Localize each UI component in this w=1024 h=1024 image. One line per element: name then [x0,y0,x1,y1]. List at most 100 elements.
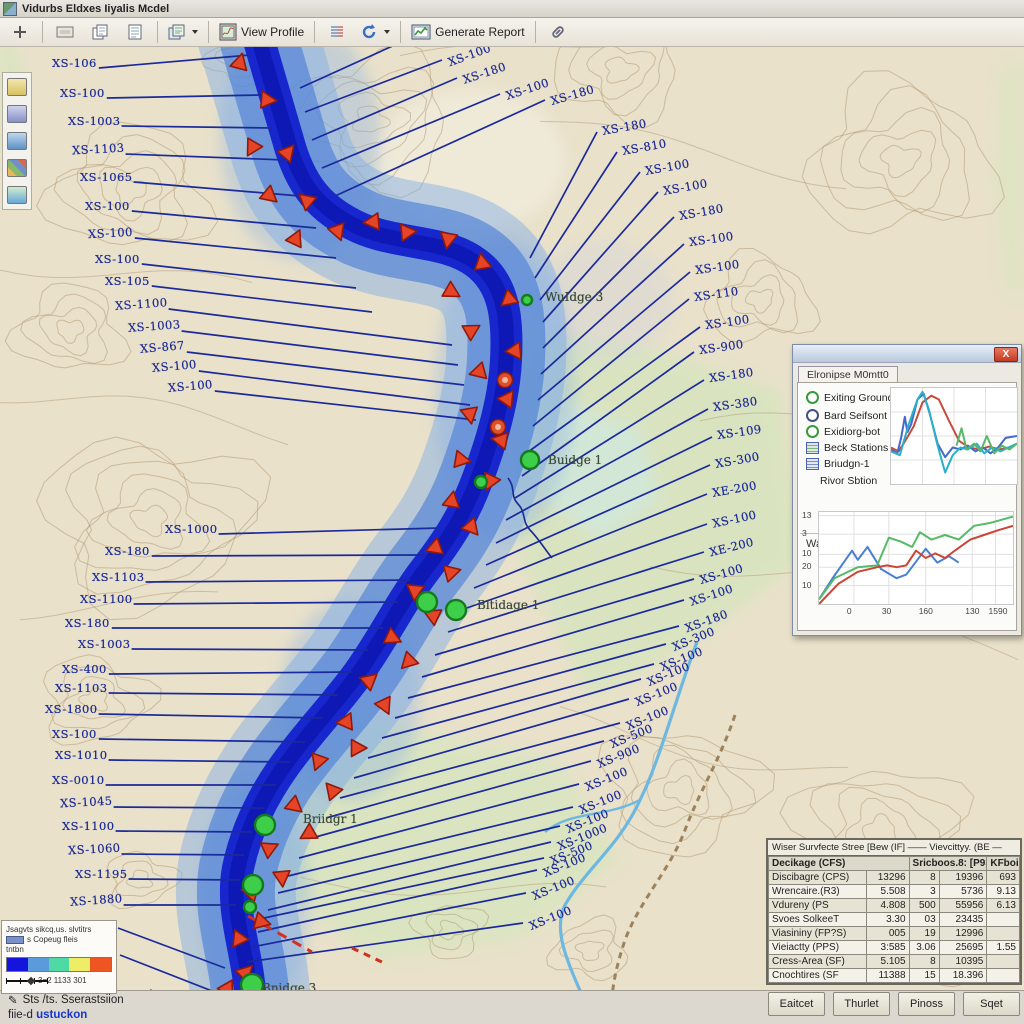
table-row[interactable]: Discibagre (CPS)13296819396693 [769,871,1020,885]
row-value: 693 [987,871,1020,885]
row-value: 23435 [939,913,987,927]
edit-button[interactable]: Eaitcet [768,992,825,1016]
row-value: 13296 [866,871,909,885]
row-label: Cnochtires (SF [769,969,867,983]
cross-section-label: XS-1100 [80,592,132,606]
row-value [987,913,1020,927]
table-row[interactable]: Wrencaire.(R3)5.508357369.13 [769,885,1020,899]
bridge-marker[interactable] [241,974,263,990]
bridge-marker[interactable] [243,875,263,895]
row-value [987,927,1020,941]
copy-button[interactable] [84,19,116,45]
x-tick-label: 1590 [989,606,1008,616]
table-row[interactable]: Viasininy (FP?S)0051912996 [769,927,1020,941]
row-value [987,955,1020,969]
table-row[interactable]: Svoes SolkeeT3.300323435 [769,913,1020,927]
legend-item-beck-stations[interactable]: Beck Stations [806,442,888,454]
layers-button[interactable] [164,19,202,45]
chart-button[interactable]: Thurlet [833,992,890,1016]
bridge-label: Briidgr 1 [303,812,358,826]
table-row[interactable]: Vdureny (PS4.808500559566.13 [769,899,1020,913]
bridge-marker[interactable] [244,901,256,913]
wse-chart [818,511,1014,605]
open-tool-icon[interactable] [7,78,27,96]
small-table-icon [329,24,345,40]
print-button[interactable]: Pinoss [898,992,955,1016]
profile-window-content: Exiting Ground Bard Seifsont Exidiorg-bo… [797,382,1017,631]
scale-bar: 3=2 1133 301 [6,976,112,985]
row-label: Vdureny (PS [769,899,867,913]
add-button[interactable] [4,19,36,45]
stations-grid-icon [806,442,819,454]
layers-dropdown-caret[interactable] [192,30,198,34]
cross-section-label: XS-1003 [68,114,120,128]
legend-line1: Jsagvts sikcq,us. slvtitrs [6,925,112,934]
x-tick-label: 30 [882,606,891,616]
ramp-color-cell [49,958,70,971]
cross-section-label: XS-100 [88,225,133,241]
title-bar[interactable]: Vidurbs Eldxes Iiyalis Mcdel [0,0,1024,18]
table-row[interactable]: Cress-Area (SF)5.105810395 [769,955,1020,969]
profile-plot-window[interactable]: X Elronipse M0mtt0 Exiting Ground Bard S… [792,344,1022,636]
set-button[interactable]: Sqet [963,992,1020,1016]
cross-section-label: XS-1103 [55,681,107,695]
table-row[interactable]: Cnochtires (SF113881518.396 [769,969,1020,983]
row-value: 8 [909,871,939,885]
legend-item-bank-stations[interactable]: Bard Seifsont [806,409,887,422]
refresh-icon [360,23,378,41]
select-rectangle-button[interactable] [49,19,81,45]
bridge-marker[interactable] [475,476,487,488]
row-value: 5.105 [866,955,909,969]
map-legend-box: Jsagvts sikcq,us. slvtitrs s Copeug flei… [1,920,117,994]
status-link[interactable]: ustuckon [36,1009,87,1021]
row-value: 25695 [939,941,987,955]
legend-item-existing-ground[interactable]: Exiting Ground [806,391,893,404]
profile-window-titlebar[interactable]: X [793,345,1021,363]
y-tick-label: 13 [802,510,811,520]
geometry-tool-icon[interactable] [7,105,27,123]
refresh-button[interactable] [356,19,394,45]
cross-section-label: XS-100 [60,86,105,100]
stations-table-button[interactable] [321,19,353,45]
cross-section-label: XS-1060 [68,841,121,858]
cross-section-label: XS-1195 [75,867,127,881]
cross-section-label: XS-100 [85,199,130,213]
link-chain-icon [550,24,566,40]
flow-tool-icon[interactable] [7,132,27,150]
close-icon[interactable]: X [994,347,1018,362]
refresh-dropdown-caret[interactable] [384,30,390,34]
row-value: 19 [909,927,939,941]
view-profile-button[interactable]: View Profile [215,19,308,45]
link-button[interactable] [542,19,574,45]
table-row[interactable]: Vieiactty (PPS)3:5853.06256951.55 [769,941,1020,955]
cross-section-label: XS-400 [62,662,107,676]
row-value: 3.06 [909,941,939,955]
profile-map-icon [219,23,237,41]
ramp-color-cell [69,958,90,971]
copy-pages-icon [91,24,109,40]
generate-report-button[interactable]: Generate Report [407,19,528,45]
row-value: 8 [909,955,939,969]
y-tick-label: 10 [802,580,811,590]
row-value: 10395 [939,955,987,969]
document-button[interactable] [119,19,151,45]
y-tick-label: 20 [802,561,811,571]
results-tool-icon[interactable] [7,186,27,204]
header-stations: Sricboos.8: [P93 [909,857,987,871]
depth-color-ramp [6,957,112,972]
table-header-row: Decikage (CFS) Sricboos.8: [P93 KFboix [769,857,1020,871]
header-discharge: Decikage (CFS) [769,857,910,871]
bridge-marker[interactable] [417,592,437,612]
legend-item-bridge[interactable]: Briudgn-1 [806,458,870,470]
cross-section-label: XS-1010 [55,748,107,762]
bridge-marker[interactable] [255,815,275,835]
layers-tool-icon[interactable] [7,159,27,177]
profile-window-tab[interactable]: Elronipse M0mtt0 [798,366,898,383]
row-value [987,969,1020,983]
bridge-marker[interactable] [521,451,539,469]
flood-swatch-icon [6,936,24,944]
row-value: 18.396 [939,969,987,983]
legend-item-existing-bot[interactable]: Exidiorg-bot [806,425,880,438]
bridge-marker[interactable] [446,600,466,620]
bridge-marker[interactable] [522,295,532,305]
